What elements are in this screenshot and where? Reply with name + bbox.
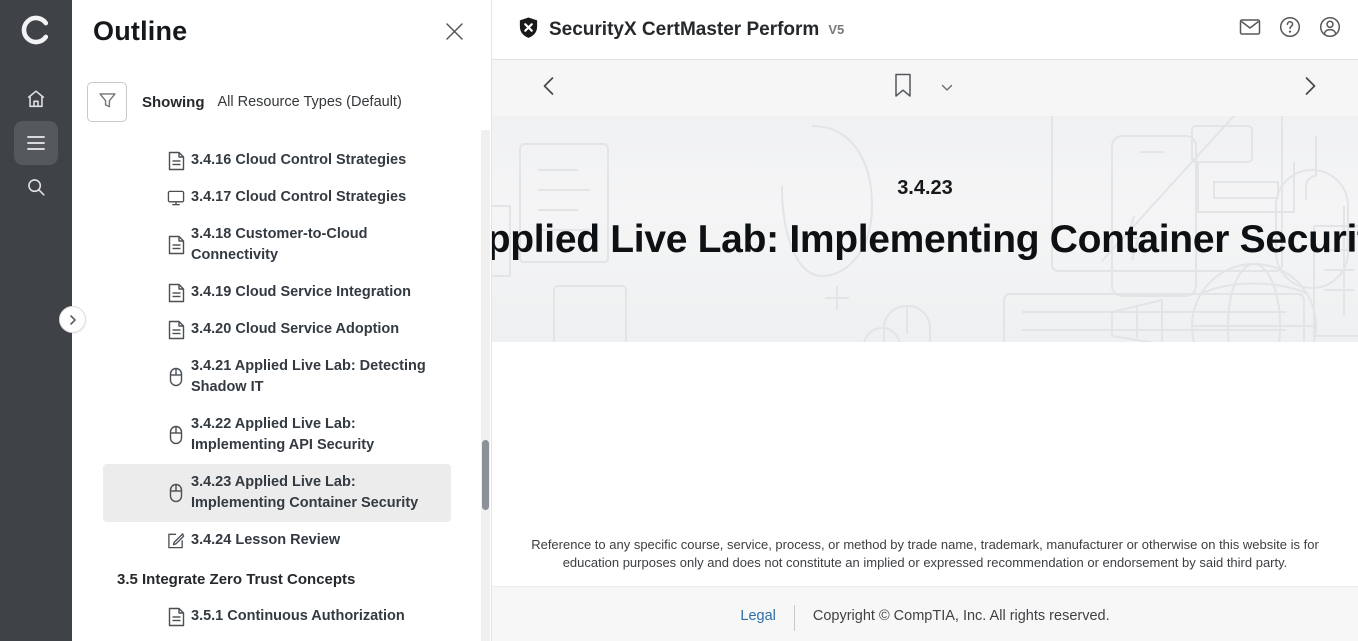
comptia-c-logo bbox=[18, 8, 54, 52]
outline-item-label: 3.4.17 Cloud Control Strategies bbox=[191, 187, 406, 208]
chevron-right-icon bbox=[1304, 76, 1317, 101]
document-icon bbox=[167, 151, 185, 171]
filter-funnel-icon bbox=[97, 90, 118, 114]
outline-item-label: 3.4.16 Cloud Control Strategies bbox=[191, 150, 406, 171]
document-icon bbox=[167, 607, 185, 627]
home-icon bbox=[25, 88, 47, 110]
help-icon bbox=[1278, 15, 1302, 44]
outline-item[interactable]: 3.5.1 Continuous Authorization bbox=[103, 598, 451, 635]
outline-scrollbar-thumb[interactable] bbox=[482, 440, 489, 510]
previous-lesson-button[interactable] bbox=[534, 74, 562, 102]
chevron-down-icon bbox=[941, 79, 953, 97]
chevron-left-icon bbox=[542, 76, 555, 101]
app-title: SecurityX CertMaster Perform bbox=[549, 19, 819, 41]
bookmark-button[interactable] bbox=[889, 74, 917, 102]
outline-item[interactable]: 3.4.19 Cloud Service Integration bbox=[103, 274, 451, 311]
bookmark-group bbox=[889, 74, 961, 102]
lesson-title: Applied Live Lab: Implementing Container… bbox=[492, 218, 1358, 262]
search-icon bbox=[25, 176, 47, 198]
copyright-text: Copyright © CompTIA, Inc. All rights res… bbox=[813, 608, 1110, 624]
bookmark-icon bbox=[894, 73, 912, 103]
legal-link[interactable]: Legal bbox=[740, 608, 775, 624]
outline-item-label: 3.4.23 Applied Live Lab: Implementing Co… bbox=[191, 472, 443, 514]
outline-item[interactable]: 3.4.22 Applied Live Lab: Implementing AP… bbox=[103, 406, 451, 464]
outline-item-label: 3.4.18 Customer-to-Cloud Connectivity bbox=[191, 224, 443, 266]
outline-item[interactable]: 3.4.20 Cloud Service Adoption bbox=[103, 311, 451, 348]
collapse-outline-button[interactable] bbox=[59, 306, 86, 333]
help-button[interactable] bbox=[1278, 18, 1302, 42]
header-actions bbox=[1238, 18, 1342, 42]
main-column: SecurityX CertMaster Perform V5 bbox=[491, 0, 1358, 641]
monitor-icon bbox=[167, 188, 185, 208]
outline-scrollbar-track[interactable] bbox=[481, 130, 490, 641]
close-outline-button[interactable] bbox=[442, 22, 466, 46]
outline-item-label: 3.4.22 Applied Live Lab: Implementing AP… bbox=[191, 414, 443, 456]
mail-icon bbox=[1238, 15, 1262, 44]
third-party-disclaimer: Reference to any specific course, servic… bbox=[530, 536, 1320, 572]
mouse-icon bbox=[167, 483, 185, 503]
outline-section-header[interactable]: 3.5 Integrate Zero Trust Concepts bbox=[117, 561, 451, 598]
search-button[interactable] bbox=[14, 165, 58, 209]
outline-item-label: 3.4.20 Cloud Service Adoption bbox=[191, 319, 399, 340]
messages-button[interactable] bbox=[1238, 18, 1262, 42]
bookmark-menu-button[interactable] bbox=[933, 74, 961, 102]
edit-icon bbox=[167, 531, 185, 551]
footer-divider bbox=[794, 605, 795, 631]
filter-row: Showing All Resource Types (Default) bbox=[87, 82, 402, 122]
lesson-number: 3.4.23 bbox=[897, 177, 953, 200]
app-version: V5 bbox=[828, 22, 844, 37]
home-button[interactable] bbox=[14, 77, 58, 121]
filter-button[interactable] bbox=[87, 82, 127, 122]
mouse-icon bbox=[167, 367, 185, 387]
outline-item[interactable]: 3.4.23 Applied Live Lab: Implementing Co… bbox=[103, 464, 451, 522]
document-icon bbox=[167, 235, 185, 255]
outline-item-label: 3.4.21 Applied Live Lab: Detecting Shado… bbox=[191, 356, 443, 398]
outline-item-label: 3.5 Integrate Zero Trust Concepts bbox=[117, 569, 355, 590]
lesson-content-area: Reference to any specific course, servic… bbox=[492, 342, 1358, 586]
lesson-banner: 3.4.23 Applied Live Lab: Implementing Co… bbox=[492, 116, 1358, 342]
outline-item[interactable]: 3.4.17 Cloud Control Strategies bbox=[103, 179, 451, 216]
close-icon bbox=[445, 22, 464, 46]
outline-item[interactable]: 3.4.21 Applied Live Lab: Detecting Shado… bbox=[103, 348, 451, 406]
chevron-right-icon bbox=[68, 315, 78, 325]
lesson-navbar bbox=[492, 60, 1358, 116]
mouse-icon bbox=[167, 425, 185, 445]
menu-icon bbox=[26, 134, 46, 152]
outline-item-label: 3.4.19 Cloud Service Integration bbox=[191, 282, 411, 303]
account-button[interactable] bbox=[1318, 18, 1342, 42]
filter-showing-label: Showing bbox=[142, 94, 205, 111]
outline-panel: Outline Showing All Resource Types (Defa… bbox=[72, 0, 491, 641]
securityx-shield-icon bbox=[517, 16, 540, 44]
outline-panel-title: Outline bbox=[93, 16, 187, 47]
account-icon bbox=[1318, 15, 1342, 44]
document-icon bbox=[167, 283, 185, 303]
app-rail bbox=[0, 0, 72, 641]
outline-item[interactable]: 3.4.18 Customer-to-Cloud Connectivity bbox=[103, 216, 451, 274]
page-footer: Legal Copyright © CompTIA, Inc. All righ… bbox=[492, 586, 1358, 641]
outline-item[interactable]: 3.4.16 Cloud Control Strategies bbox=[103, 142, 451, 179]
next-lesson-button[interactable] bbox=[1296, 74, 1324, 102]
outline-list: 3.4.16 Cloud Control Strategies 3.4.17 Cl… bbox=[72, 142, 491, 635]
document-icon bbox=[167, 320, 185, 340]
outline-item-label: 3.4.24 Lesson Review bbox=[191, 530, 340, 551]
filter-value: All Resource Types (Default) bbox=[218, 94, 402, 110]
outline-item-label: 3.5.1 Continuous Authorization bbox=[191, 606, 405, 627]
outline-button[interactable] bbox=[14, 121, 58, 165]
outline-item[interactable]: 3.4.24 Lesson Review bbox=[103, 522, 451, 559]
main-header: SecurityX CertMaster Perform V5 bbox=[492, 0, 1358, 60]
